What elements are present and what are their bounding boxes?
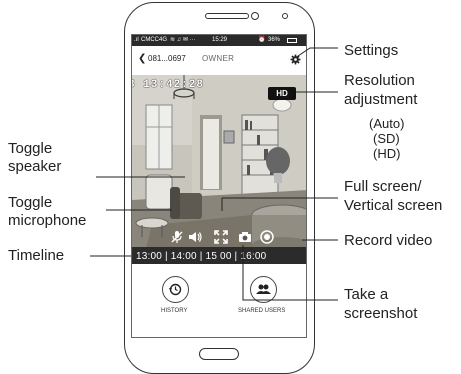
resolution-option-sd: (SD) bbox=[373, 131, 400, 146]
fullscreen-callout-line1: Full screen/ bbox=[344, 178, 422, 195]
timeline-callout: Timeline bbox=[8, 247, 65, 264]
toggle-speaker-callout-line1: Toggle bbox=[8, 140, 53, 157]
screenshot-callout-line2: screenshot bbox=[344, 305, 418, 322]
toggle-microphone-callout-line1: Toggle bbox=[8, 194, 53, 211]
record-video-callout: Record video bbox=[344, 232, 433, 249]
settings-callout: Settings bbox=[344, 42, 399, 59]
resolution-option-auto: (Auto) bbox=[369, 116, 405, 131]
resolution-callout-line1: Resolution bbox=[344, 72, 415, 89]
toggle-speaker-callout-line2: speaker bbox=[8, 158, 62, 175]
resolution-option-hd: (HD) bbox=[373, 146, 401, 161]
resolution-callout-line2: adjustment bbox=[344, 91, 418, 108]
fullscreen-callout-line2: Vertical screen bbox=[344, 197, 443, 214]
screenshot-callout-line1: Take a bbox=[344, 286, 389, 303]
toggle-microphone-callout-line2: microphone bbox=[8, 212, 87, 229]
